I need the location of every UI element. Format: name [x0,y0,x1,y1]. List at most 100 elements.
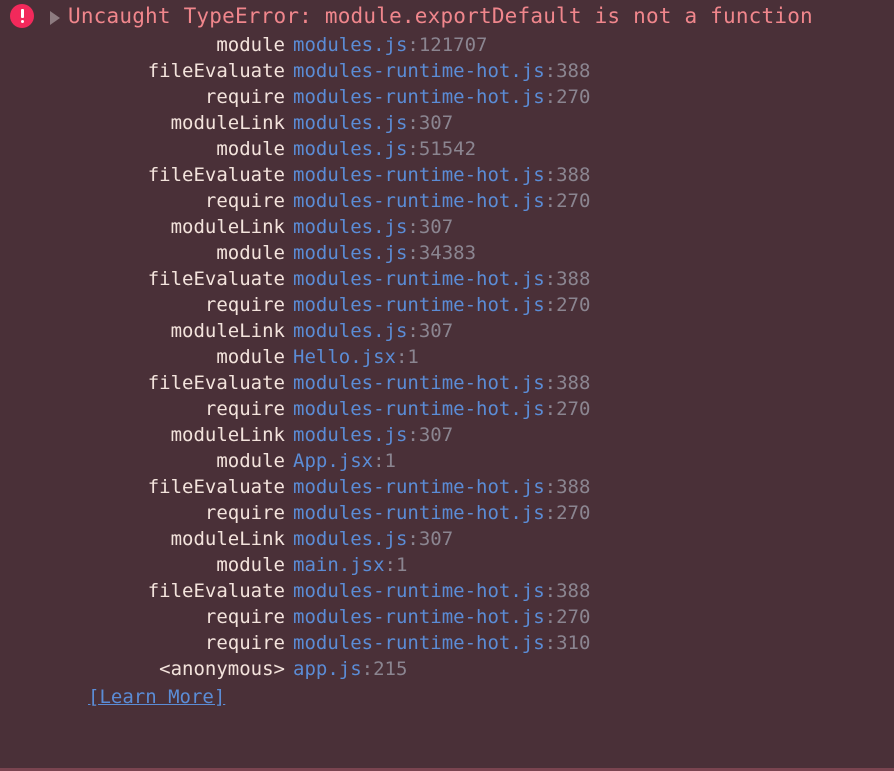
stack-frame-file: App.jsx [293,450,374,472]
stack-frame-file: Hello.jsx [293,346,396,368]
stack-frame-line-number: :270 [544,294,591,316]
learn-more-link[interactable]: [Learn More] [88,686,225,708]
stack-frame-source-link[interactable]: App.jsx:1 [293,448,396,474]
stack-frame-row: require modules-runtime-hot.js:270 [0,84,894,110]
stack-frame-function: require [204,632,285,654]
stack-frame-function: require [204,398,285,420]
stack-frame-line-number: :270 [544,86,591,108]
stack-frame-function: moduleLink [170,216,285,238]
stack-frame-function: fileEvaluate [147,268,285,290]
stack-frame-row: moduleLink modules.js:307 [0,110,894,136]
stack-frame-source-link[interactable]: modules-runtime-hot.js:388 [293,162,590,188]
stack-frame-line-number: :121707 [407,34,488,56]
stack-frame-source-link[interactable]: modules-runtime-hot.js:310 [293,630,590,656]
stack-frame-row: module modules.js:121707 [0,32,894,58]
stack-frame-line-number: :388 [544,580,591,602]
stack-frame-row: module modules.js:51542 [0,136,894,162]
stack-frame-file: modules-runtime-hot.js [293,60,545,82]
stack-frame-line-number: :215 [361,658,408,680]
stack-frame-line-number: :270 [544,190,591,212]
stack-frame-source-link[interactable]: modules.js:307 [293,422,453,448]
stack-frame-file: app.js [293,658,362,680]
stack-frame-function: require [204,86,285,108]
stack-frame-line-number: :388 [544,268,591,290]
stack-frame-source-link[interactable]: modules-runtime-hot.js:388 [293,578,590,604]
stack-frame-function: module [216,34,285,56]
stack-frame-line-number: :307 [407,216,454,238]
stack-frame-line-number: :307 [407,112,454,134]
stack-frame-line-number: :388 [544,164,591,186]
stack-frame-row: require modules-runtime-hot.js:270 [0,396,894,422]
stack-frame-row: module main.jsx:1 [0,552,894,578]
stack-frame-row: module modules.js:34383 [0,240,894,266]
stack-frame-source-link[interactable]: modules.js:307 [293,214,453,240]
stack-frame-function: moduleLink [170,424,285,446]
stack-frame-row: fileEvaluate modules-runtime-hot.js:388 [0,162,894,188]
stack-frame-function: fileEvaluate [147,372,285,394]
stack-frame-row: require modules-runtime-hot.js:270 [0,500,894,526]
stack-frame-file: modules-runtime-hot.js [293,268,545,290]
stack-frame-source-link[interactable]: modules-runtime-hot.js:270 [293,500,590,526]
stack-frame-source-link[interactable]: app.js:215 [293,656,407,682]
stack-frame-file: modules.js [293,112,408,134]
stack-frame-source-link[interactable]: modules-runtime-hot.js:388 [293,370,590,396]
stack-frame-source-link[interactable]: modules.js:307 [293,526,453,552]
error-title: Uncaught TypeError: module.exportDefault… [68,4,813,28]
stack-frame-line-number: :307 [407,320,454,342]
stack-frame-source-link[interactable]: main.jsx:1 [293,552,407,578]
stack-frame-function: fileEvaluate [147,476,285,498]
stack-frame-line-number: :1 [395,346,419,368]
stack-frame-row: fileEvaluate modules-runtime-hot.js:388 [0,474,894,500]
stack-frame-file: modules-runtime-hot.js [293,86,545,108]
stack-frame-line-number: :34383 [407,242,477,264]
stack-frame-row: require modules-runtime-hot.js:270 [0,188,894,214]
stack-trace-list: module modules.js:121707 fileEvaluate modul… [0,32,894,682]
stack-frame-source-link[interactable]: modules.js:34383 [293,240,476,266]
stack-frame-line-number: :388 [544,476,591,498]
error-header[interactable]: Uncaught TypeError: module.exportDefault… [0,0,894,32]
stack-frame-line-number: :388 [544,60,591,82]
stack-frame-source-link[interactable]: modules.js:307 [293,318,453,344]
stack-frame-source-link[interactable]: modules.js:307 [293,110,453,136]
stack-frame-row: moduleLink modules.js:307 [0,318,894,344]
stack-frame-file: modules.js [293,528,408,550]
stack-frame-line-number: :51542 [407,138,477,160]
stack-frame-line-number: :310 [544,632,591,654]
stack-frame-source-link[interactable]: modules-runtime-hot.js:270 [293,188,590,214]
stack-frame-line-number: :270 [544,398,591,420]
stack-frame-file: modules.js [293,424,408,446]
stack-frame-source-link[interactable]: modules-runtime-hot.js:388 [293,266,590,292]
stack-frame-source-link[interactable]: modules-runtime-hot.js:270 [293,396,590,422]
stack-frame-row: require modules-runtime-hot.js:270 [0,604,894,630]
stack-frame-source-link[interactable]: modules-runtime-hot.js:388 [293,474,590,500]
stack-frame-row: fileEvaluate modules-runtime-hot.js:388 [0,578,894,604]
stack-frame-row: <anonymous> app.js:215 [0,656,894,682]
stack-frame-line-number: :388 [544,372,591,394]
stack-frame-row: fileEvaluate modules-runtime-hot.js:388 [0,370,894,396]
stack-frame-line-number: :307 [407,424,454,446]
stack-frame-row: module Hello.jsx:1 [0,344,894,370]
stack-frame-source-link[interactable]: modules-runtime-hot.js:270 [293,84,590,110]
stack-frame-function: <anonymous> [159,658,285,680]
stack-frame-function: module [216,242,285,264]
stack-frame-function: moduleLink [170,112,285,134]
stack-frame-source-link[interactable]: modules-runtime-hot.js:388 [293,58,590,84]
stack-frame-source-link[interactable]: Hello.jsx:1 [293,344,419,370]
disclosure-triangle-right-icon[interactable] [50,11,60,25]
stack-frame-line-number: :270 [544,606,591,628]
stack-frame-line-number: :270 [544,502,591,524]
stack-frame-function: fileEvaluate [147,164,285,186]
stack-frame-source-link[interactable]: modules.js:121707 [293,32,487,58]
stack-frame-source-link[interactable]: modules-runtime-hot.js:270 [293,292,590,318]
stack-frame-function: fileEvaluate [147,60,285,82]
stack-frame-source-link[interactable]: modules-runtime-hot.js:270 [293,604,590,630]
stack-frame-file: modules-runtime-hot.js [293,398,545,420]
stack-frame-file: main.jsx [293,554,385,576]
stack-frame-file: modules-runtime-hot.js [293,502,545,524]
stack-frame-file: modules-runtime-hot.js [293,580,545,602]
stack-frame-source-link[interactable]: modules.js:51542 [293,136,476,162]
error-overlay: Uncaught TypeError: module.exportDefault… [0,0,894,771]
stack-frame-file: modules.js [293,138,408,160]
stack-frame-line-number: :1 [384,554,408,576]
stack-frame-function: module [216,450,285,472]
